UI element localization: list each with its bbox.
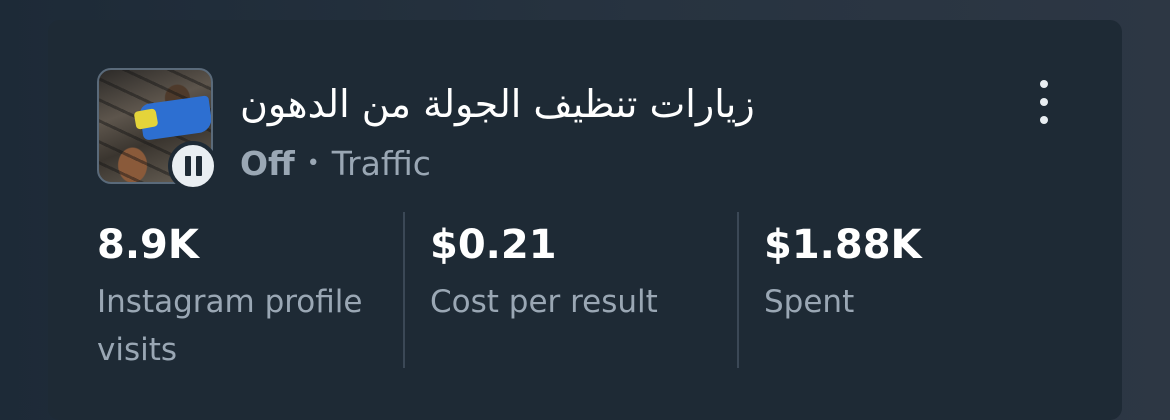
status-label: Off	[240, 144, 295, 183]
more-options-icon[interactable]	[1032, 80, 1056, 124]
metric-label: Instagram profile visits	[97, 278, 362, 374]
metric-value: $1.88K	[764, 222, 922, 268]
metric-cost-per-result: $0.21 Cost per result	[430, 222, 658, 326]
pause-bar-right	[195, 156, 202, 176]
metric-label-line: Spent	[764, 284, 855, 320]
more-dot	[1040, 98, 1048, 106]
metric-label-line: Instagram profile	[97, 284, 363, 320]
campaign-card[interactable]: زيارات تنظيف الجولة من الدهون Off • Traf…	[48, 20, 1122, 420]
pause-bar-left	[184, 156, 191, 176]
more-dot	[1040, 116, 1048, 124]
metric-label: Cost per result	[430, 278, 658, 326]
metric-results: 8.9K Instagram profile visits	[97, 222, 362, 374]
metric-label-line: Cost per result	[430, 284, 658, 320]
objective-label: Traffic	[331, 144, 431, 183]
campaign-title-text: زيارات تنظيف الجولة من الدهون	[240, 82, 755, 126]
metric-divider	[737, 212, 739, 368]
metric-label-line: visits	[97, 332, 178, 368]
separator-dot: •	[306, 151, 320, 176]
metric-value: $0.21	[430, 222, 557, 268]
metric-spent: $1.88K Spent	[764, 222, 922, 326]
campaign-title[interactable]: زيارات تنظيف الجولة من الدهون	[240, 82, 800, 126]
thumbnail-image-sponge	[133, 108, 159, 130]
metric-label: Spent	[764, 278, 922, 326]
metric-value: 8.9K	[97, 222, 199, 268]
campaign-subtitle: Off • Traffic	[240, 144, 431, 183]
pause-icon[interactable]	[168, 141, 218, 191]
metric-divider	[403, 212, 405, 368]
more-dot	[1040, 80, 1048, 88]
